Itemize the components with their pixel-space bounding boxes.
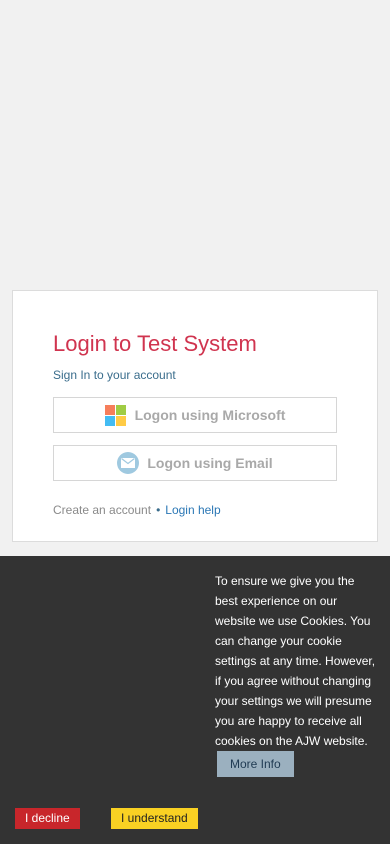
link-separator: • bbox=[156, 503, 161, 517]
logon-microsoft-label: Logon using Microsoft bbox=[134, 407, 286, 423]
microsoft-logo-icon bbox=[104, 404, 126, 426]
cookie-message: To ensure we give you the best experienc… bbox=[215, 574, 376, 748]
decline-cookies-button[interactable]: I decline bbox=[15, 808, 80, 829]
login-subtitle: Sign In to your account bbox=[53, 368, 176, 382]
login-card: Login to Test System Sign In to your acc… bbox=[12, 290, 378, 542]
cookie-message-block: To ensure we give you the best experienc… bbox=[215, 571, 380, 777]
logon-email-label: Logon using Email bbox=[147, 455, 273, 471]
logon-microsoft-button[interactable]: Logon using Microsoft bbox=[53, 397, 337, 433]
page-title: Login to Test System bbox=[53, 331, 257, 356]
cookie-banner: To ensure we give you the best experienc… bbox=[0, 556, 390, 844]
login-help-link[interactable]: Login help bbox=[165, 503, 220, 517]
create-account-link[interactable]: Create an account bbox=[53, 503, 151, 517]
logon-email-button[interactable]: Logon using Email bbox=[53, 445, 337, 481]
envelope-icon bbox=[117, 452, 140, 474]
more-info-button[interactable]: More Info bbox=[217, 751, 294, 777]
page: Login to Test System Sign In to your acc… bbox=[0, 0, 390, 844]
accept-cookies-button[interactable]: I understand bbox=[111, 808, 198, 829]
account-links: Create an account • Login help bbox=[53, 503, 221, 517]
